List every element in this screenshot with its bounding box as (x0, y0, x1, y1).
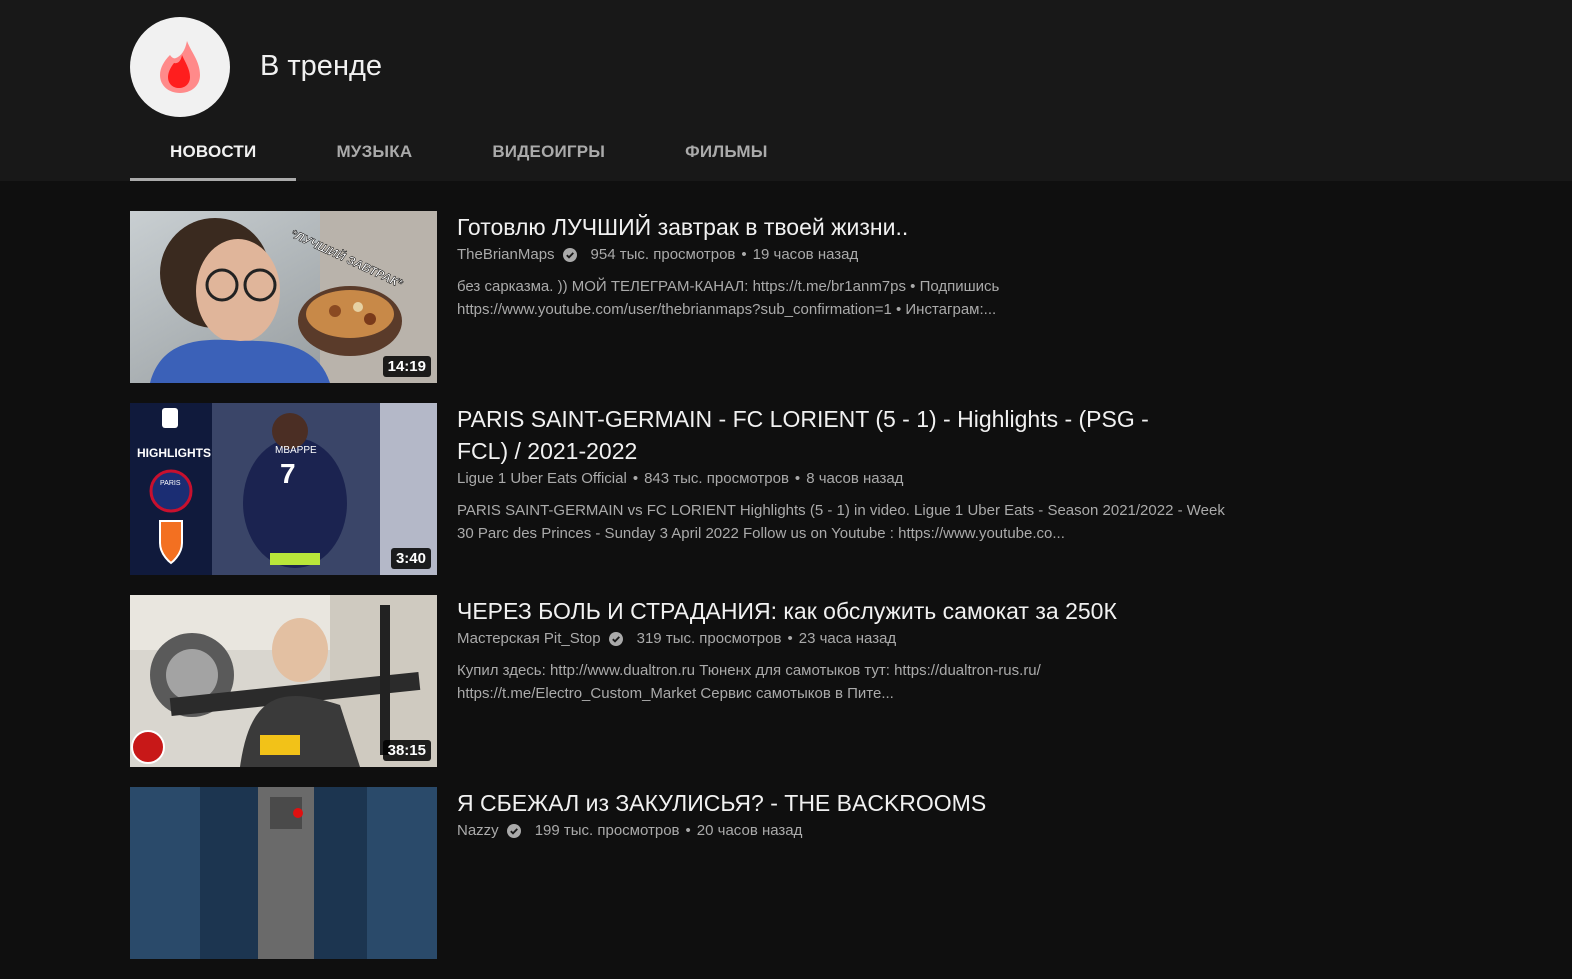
duration-badge: 14:19 (382, 356, 431, 377)
separator-dot: • (794, 470, 801, 487)
video-title[interactable]: PARIS SAINT-GERMAIN - FC LORIENT (5 - 1)… (457, 403, 1197, 467)
thumbnail-caption: HIGHLIGHTS (137, 446, 211, 460)
description-line: PARIS SAINT-GERMAIN vs FC LORIENT Highli… (457, 502, 1225, 519)
upload-age: 23 часа назад (798, 630, 897, 647)
description-line: Купил здесь: http://www.dualtron.ru Тюне… (457, 662, 1041, 679)
trending-flame-icon (130, 17, 230, 117)
description-line: без сарказма. )) МОЙ ТЕЛЕГРАМ-КАНАЛ: htt… (457, 278, 1000, 295)
tab-videogames[interactable]: ВИДЕОИГРЫ (452, 125, 645, 181)
svg-text:MBAPPE: MBAPPE (275, 445, 317, 456)
upload-age: 8 часов назад (806, 470, 904, 487)
video-description: PARIS SAINT-GERMAIN vs FC LORIENT Highli… (457, 499, 1225, 545)
upload-age: 19 часов назад (752, 246, 859, 263)
channel-name[interactable]: Мастерская Pit_Stop (457, 627, 601, 651)
separator-dot: • (741, 246, 747, 263)
separator-dot: • (685, 822, 691, 839)
video-thumbnail[interactable]: *ЛУЧШИЙ ЗАВТРАК* 14:19 (130, 211, 437, 383)
duration-badge: 38:15 (382, 740, 431, 761)
video-thumbnail[interactable] (130, 787, 437, 959)
video-byline: Nazzy 199 тыс. просмотров • 20 часов наз… (457, 819, 1197, 843)
verified-check-icon (506, 824, 521, 838)
video-byline: Ligue 1 Uber Eats Official • 843 тыс. пр… (457, 467, 1197, 491)
svg-text:PARIS: PARIS (160, 480, 181, 487)
video-title[interactable]: ЧЕРЕЗ БОЛЬ И СТРАДАНИЯ: как обслужить са… (457, 595, 1197, 627)
video-byline: Мастерская Pit_Stop 319 тыс. просмотров … (457, 627, 1197, 651)
view-count: 199 тыс. просмотров (534, 822, 680, 839)
video-title[interactable]: Готовлю ЛУЧШИЙ завтрак в твоей жизни.. (457, 211, 1197, 243)
video-description: Купил здесь: http://www.dualtron.ru Тюне… (457, 659, 1197, 705)
verified-check-icon (562, 248, 577, 262)
duration-badge: 3:40 (390, 548, 431, 569)
video-thumbnail[interactable]: 38:15 (130, 595, 437, 767)
channel-header: В тренде НОВОСТИ МУЗЫКА ВИДЕОИГРЫ ФИЛЬМЫ (0, 0, 1572, 181)
video-byline: TheBrianMaps 954 тыс. просмотров • 19 ча… (457, 243, 1197, 267)
view-count: 954 тыс. просмотров (590, 246, 736, 263)
channel-name[interactable]: TheBrianMaps (457, 243, 555, 267)
verified-check-icon (608, 632, 623, 646)
video-meta: Готовлю ЛУЧШИЙ завтрак в твоей жизни.. T… (457, 211, 1197, 321)
video-title[interactable]: Я СБЕЖАЛ из ЗАКУЛИСЬЯ? - THE BACKROOMS (457, 787, 1197, 819)
description-line: https://t.me/Electro_Custom_Market Серви… (457, 685, 894, 702)
video-thumbnail[interactable]: MBAPPE 7 HIGHLIGHTS PARIS 3:40 (130, 403, 437, 575)
tab-music[interactable]: МУЗЫКА (296, 125, 452, 181)
video-item: *ЛУЧШИЙ ЗАВТРАК* 14:19 Готовлю ЛУЧШИЙ за… (130, 211, 1210, 383)
description-line: 30 Parc des Princes - Sunday 3 April 202… (457, 525, 1065, 542)
svg-text:7: 7 (280, 458, 296, 489)
video-item: Я СБЕЖАЛ из ЗАКУЛИСЬЯ? - THE BACKROOMS N… (130, 787, 1210, 959)
video-meta: Я СБЕЖАЛ из ЗАКУЛИСЬЯ? - THE BACKROOMS N… (457, 787, 1197, 843)
video-meta: PARIS SAINT-GERMAIN - FC LORIENT (5 - 1)… (457, 403, 1225, 545)
video-meta: ЧЕРЕЗ БОЛЬ И СТРАДАНИЯ: как обслужить са… (457, 595, 1197, 705)
view-count: 843 тыс. просмотров (644, 470, 789, 487)
category-tabs: НОВОСТИ МУЗЫКА ВИДЕОИГРЫ ФИЛЬМЫ (130, 125, 808, 181)
tab-news[interactable]: НОВОСТИ (130, 125, 297, 181)
channel-name[interactable]: Ligue 1 Uber Eats Official (457, 467, 627, 491)
page-title: В тренде (260, 50, 383, 82)
description-line: https://www.youtube.com/user/thebrianmap… (457, 301, 997, 318)
separator-dot: • (632, 470, 639, 487)
tab-movies[interactable]: ФИЛЬМЫ (645, 125, 807, 181)
upload-age: 20 часов назад (696, 822, 803, 839)
channel-name[interactable]: Nazzy (457, 819, 499, 843)
separator-dot: • (787, 630, 793, 647)
video-item: 38:15 ЧЕРЕЗ БОЛЬ И СТРАДАНИЯ: как обслуж… (130, 595, 1210, 767)
video-list: *ЛУЧШИЙ ЗАВТРАК* 14:19 Готовлю ЛУЧШИЙ за… (130, 211, 1225, 979)
view-count: 319 тыс. просмотров (636, 630, 782, 647)
video-description: без сарказма. )) МОЙ ТЕЛЕГРАМ-КАНАЛ: htt… (457, 275, 1197, 321)
video-item: MBAPPE 7 HIGHLIGHTS PARIS 3:40 PARIS SAI… (130, 403, 1225, 575)
